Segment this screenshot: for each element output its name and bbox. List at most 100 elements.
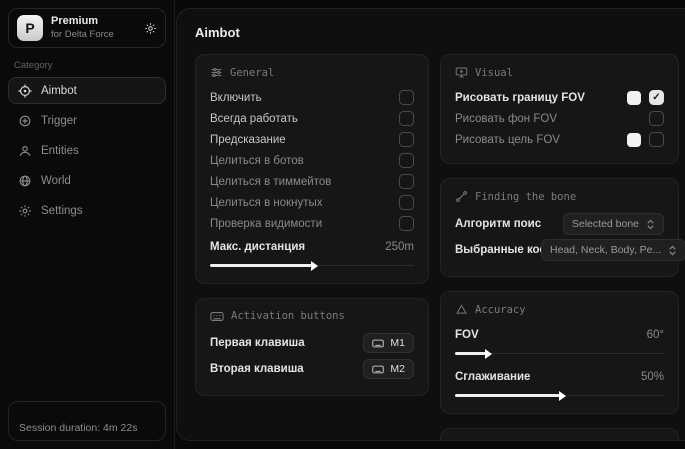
checkbox[interactable] xyxy=(399,174,414,189)
keybind-row: Первая клавиша M1 xyxy=(210,330,414,356)
sidebar-item-aimbot[interactable]: Aimbot xyxy=(8,77,166,104)
bone-row: Выбранные кос Head, Neck, Body, Pe... xyxy=(455,237,664,263)
color-swatch[interactable] xyxy=(627,133,641,147)
page-title: Aimbot xyxy=(195,25,679,40)
smoothing-slider[interactable] xyxy=(455,390,664,400)
bone-algorithm-select[interactable]: Selected bone xyxy=(563,213,664,235)
section-title: General xyxy=(230,67,274,79)
section-title: Switch Delay xyxy=(475,441,551,442)
section-title: Accuracy xyxy=(475,304,526,316)
checkbox[interactable] xyxy=(399,132,414,147)
crosshair-icon xyxy=(18,84,32,98)
section-title: Finding the bone xyxy=(475,191,576,203)
visual-row: Рисовать цель FOV xyxy=(455,129,664,150)
max-distance-slider[interactable] xyxy=(210,260,414,270)
category-label: Category xyxy=(14,60,160,71)
keyboard-icon xyxy=(372,339,384,348)
keybind-label: Вторая клавиша xyxy=(210,363,304,375)
stopwatch-icon xyxy=(455,440,468,441)
bone-label: Выбранные кос xyxy=(455,244,541,256)
globe-icon xyxy=(18,174,32,188)
chevron-up-down-icon xyxy=(646,219,655,230)
toggle-row: Включить xyxy=(210,87,414,108)
brand-text: Premium for Delta Force xyxy=(51,15,114,41)
toggle-label: Целиться в тиммейтов xyxy=(210,176,331,188)
sidebar-item-label: Trigger xyxy=(41,115,77,127)
slider-label: FOV xyxy=(455,329,479,341)
slider-row: FOV 60° xyxy=(455,324,664,345)
slider-label: Макс. дистанция xyxy=(210,241,305,253)
selected-bones-select[interactable]: Head, Neck, Body, Pe... xyxy=(541,239,685,261)
checkbox[interactable] xyxy=(399,90,414,105)
slider-value: 60° xyxy=(647,329,664,341)
checkbox[interactable] xyxy=(649,111,664,126)
visual-label: Рисовать фон FOV xyxy=(455,113,557,125)
sidebar-item-label: Entities xyxy=(41,145,79,157)
entities-icon xyxy=(18,144,32,158)
toggle-label: Целиться в ботов xyxy=(210,155,304,167)
slider-thumb[interactable] xyxy=(485,349,492,359)
brand-logo: P xyxy=(17,15,43,41)
right-column: Visual Рисовать границу FOV ✓ Рисовать ф… xyxy=(440,54,679,441)
gear-icon[interactable] xyxy=(144,22,157,35)
slider-thumb[interactable] xyxy=(559,391,566,401)
bone-label: Алгоритм поиска кост xyxy=(455,218,541,230)
general-card: General Включить Всегда работать Предска… xyxy=(195,54,429,284)
slider-label: Сглаживание xyxy=(455,371,530,383)
checkbox[interactable] xyxy=(399,153,414,168)
keybind-value: M1 xyxy=(390,337,405,349)
main-panel: Aimbot General Включить xyxy=(176,8,685,441)
sidebar-item-trigger[interactable]: Trigger xyxy=(8,107,166,134)
checkbox[interactable]: ✓ xyxy=(649,90,664,105)
sidebar-item-entities[interactable]: Entities xyxy=(8,137,166,164)
sidebar-item-label: Aimbot xyxy=(41,85,77,97)
visual-row: Рисовать фон FOV xyxy=(455,108,664,129)
accuracy-card: Accuracy FOV 60° Сглаживание 50% xyxy=(440,291,679,414)
visual-row: Рисовать границу FOV ✓ xyxy=(455,87,664,108)
keybind-button[interactable]: M2 xyxy=(363,359,414,379)
slider-value: 50% xyxy=(641,371,664,383)
brand-card: P Premium for Delta Force xyxy=(8,8,166,48)
toggle-label: Включить xyxy=(210,92,262,104)
brand-name: Premium xyxy=(51,15,114,29)
toggle-label: Всегда работать xyxy=(210,113,298,125)
slider-thumb[interactable] xyxy=(311,261,318,271)
sidebar-item-label: Settings xyxy=(41,205,83,217)
checkbox[interactable] xyxy=(399,195,414,210)
section-title: Activation buttons xyxy=(231,310,345,322)
sidebar-item-label: World xyxy=(41,175,71,187)
toggle-row: Целиться в нокнутых xyxy=(210,192,414,213)
app-window: P Premium for Delta Force Category Aimbo… xyxy=(0,0,685,449)
sidebar: P Premium for Delta Force Category Aimbo… xyxy=(0,0,175,449)
color-swatch[interactable] xyxy=(627,91,641,105)
sidebar-item-world[interactable]: World xyxy=(8,167,166,194)
visual-card: Visual Рисовать границу FOV ✓ Рисовать ф… xyxy=(440,54,679,164)
sidebar-item-settings[interactable]: Settings xyxy=(8,197,166,224)
checkbox[interactable] xyxy=(399,216,414,231)
keybind-button[interactable]: M1 xyxy=(363,333,414,353)
bone-icon xyxy=(455,190,468,203)
trigger-icon xyxy=(18,114,32,128)
fov-slider[interactable] xyxy=(455,348,664,358)
triangle-icon xyxy=(455,303,468,316)
session-duration-box: Session duration: 4m 22s xyxy=(8,401,166,441)
section-title: Visual xyxy=(475,67,513,79)
slider-row: Макс. дистанция 250m xyxy=(210,236,414,257)
slider-value: 250m xyxy=(385,241,414,253)
visual-label: Рисовать цель FOV xyxy=(455,134,560,146)
slider-row: Сглаживание 50% xyxy=(455,366,664,387)
toggle-row: Проверка видимости xyxy=(210,213,414,234)
toggle-label: Целиться в нокнутых xyxy=(210,197,323,209)
visual-label: Рисовать границу FOV xyxy=(455,92,585,104)
checkbox[interactable] xyxy=(399,111,414,126)
left-column: General Включить Всегда работать Предска… xyxy=(195,54,429,441)
chevron-up-down-icon xyxy=(668,245,677,256)
checkbox[interactable] xyxy=(649,132,664,147)
keyboard-icon xyxy=(372,365,384,374)
session-duration-text: Session duration: 4m 22s xyxy=(19,422,137,434)
toggle-label: Предсказание xyxy=(210,134,286,146)
keybind-label: Первая клавиша xyxy=(210,337,305,349)
gear-icon xyxy=(18,204,32,218)
toggle-row: Всегда работать xyxy=(210,108,414,129)
bone-row: Алгоритм поиска кост Selected bone xyxy=(455,211,664,237)
